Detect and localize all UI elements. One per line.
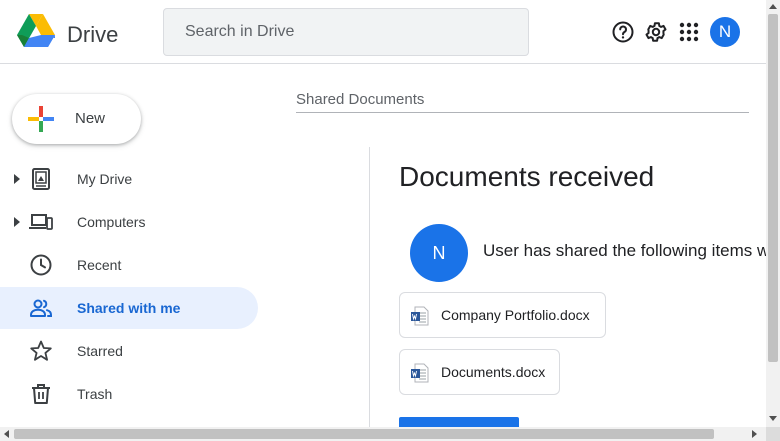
search-input[interactable]: Search in Drive: [163, 8, 529, 56]
search-placeholder: Search in Drive: [185, 23, 295, 40]
scroll-right-icon[interactable]: [752, 430, 757, 438]
account-avatar[interactable]: N: [710, 17, 740, 47]
sidebar-item-starred[interactable]: Starred: [0, 330, 258, 372]
new-button-label: New: [75, 110, 106, 127]
file-name: Documents.docx: [441, 364, 546, 380]
breadcrumb: Shared Documents: [296, 91, 749, 113]
sidebar-item-label: Computers: [77, 214, 146, 230]
apps-grid-icon[interactable]: [677, 20, 701, 44]
trash-icon: [32, 384, 50, 404]
star-icon: [30, 340, 52, 361]
sidebar-item-label: Shared with me: [77, 300, 181, 316]
sidebar-item-shared-with-me[interactable]: Shared with me: [0, 287, 258, 329]
sidebar-item-label: Recent: [77, 257, 122, 273]
new-button[interactable]: New: [12, 94, 141, 144]
share-message: User has shared the following items with…: [483, 241, 766, 260]
caret-right-icon[interactable]: [12, 216, 22, 228]
gear-icon[interactable]: [644, 20, 668, 44]
caret-right-icon[interactable]: [12, 173, 22, 185]
help-icon[interactable]: [611, 20, 635, 44]
horizontal-scrollbar[interactable]: [0, 427, 780, 441]
app-title[interactable]: Drive: [67, 22, 118, 48]
file-chip-documents[interactable]: Documents.docx: [399, 349, 560, 395]
computers-icon: [29, 214, 53, 230]
plus-icon: [28, 106, 54, 132]
top-bar: Drive Search in Drive N: [0, 0, 766, 64]
scrollbar-corner: [766, 427, 780, 441]
word-doc-icon: [411, 306, 429, 326]
drive-logo-icon[interactable]: [17, 14, 55, 48]
sidebar-item-computers[interactable]: Computers: [0, 201, 258, 243]
my-drive-icon: [32, 168, 50, 190]
word-doc-icon: [411, 363, 429, 383]
people-icon: [30, 299, 52, 317]
file-name: Company Portfolio.docx: [441, 307, 590, 323]
sidebar-item-label: Trash: [77, 386, 113, 402]
vertical-scroll-thumb[interactable]: [768, 14, 778, 362]
file-chip-company-portfolio[interactable]: Company Portfolio.docx: [399, 292, 606, 338]
horizontal-scroll-thumb[interactable]: [14, 429, 714, 439]
sidebar-item-recent[interactable]: Recent: [0, 244, 258, 286]
scroll-left-icon[interactable]: [4, 430, 9, 438]
sidebar-item-trash[interactable]: Trash: [0, 373, 258, 415]
page-title: Documents received: [399, 161, 655, 192]
clock-icon: [30, 254, 52, 276]
panel-divider: [369, 147, 370, 427]
scroll-up-icon[interactable]: [769, 4, 777, 9]
sidebar-item-label: My Drive: [77, 171, 133, 187]
sidebar-item-my-drive[interactable]: My Drive: [0, 158, 258, 200]
open-button-partial[interactable]: [399, 417, 519, 427]
sidebar-item-label: Starred: [77, 343, 123, 359]
vertical-scrollbar[interactable]: [766, 0, 780, 427]
sharer-avatar: N: [410, 224, 468, 282]
scroll-down-icon[interactable]: [769, 416, 777, 421]
